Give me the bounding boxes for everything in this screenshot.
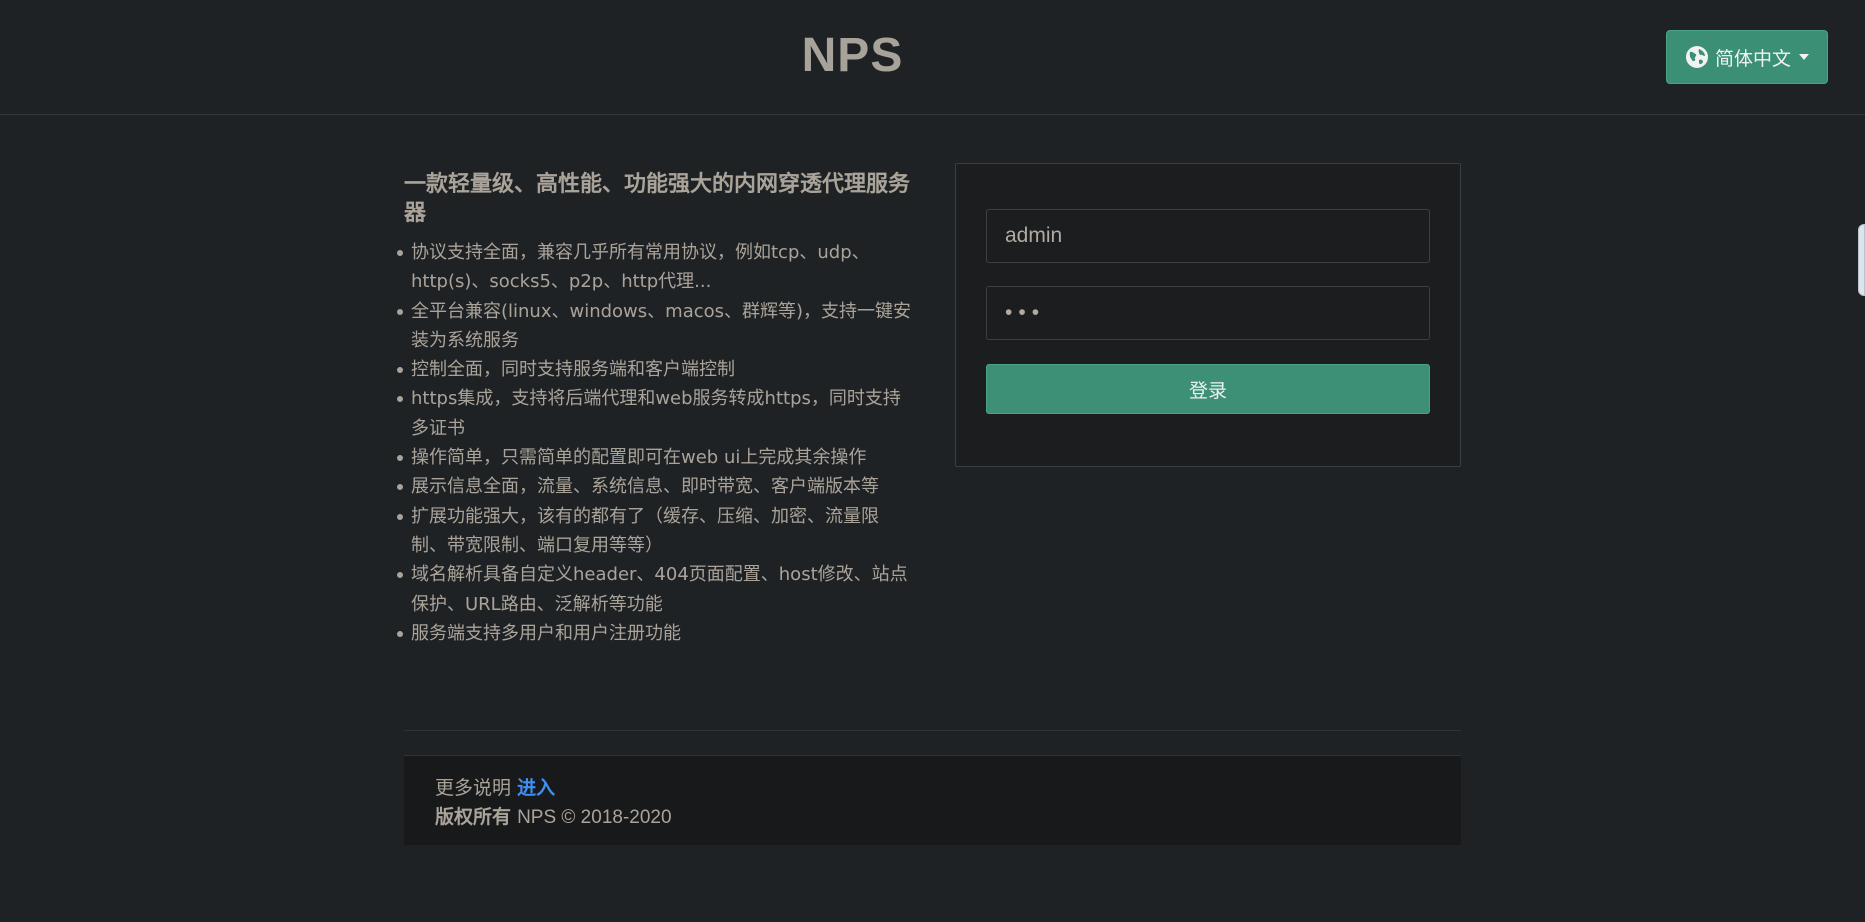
section-divider <box>404 730 1461 731</box>
feature-item: 全平台兼容(linux、windows、macos、群辉等)，支持一键安装为系统… <box>397 297 914 356</box>
feature-item: 控制全面，同时支持服务端和客户端控制 <box>397 355 914 384</box>
feature-item: 扩展功能强大，该有的都有了（缓存、压缩、加密、流量限制、带宽限制、端口复用等等） <box>397 502 914 561</box>
more-info-link[interactable]: 进入 <box>517 777 555 799</box>
side-edge-handle[interactable] <box>1858 224 1865 296</box>
top-navbar: NPS 简体中文 <box>0 0 1865 115</box>
globe-icon <box>1685 46 1708 68</box>
brand-title: NPS <box>801 29 904 82</box>
feature-item: 服务端支持多用户和用户注册功能 <box>397 619 914 648</box>
chevron-down-icon <box>1799 54 1809 60</box>
login-form: 登录 <box>955 163 1461 467</box>
footer: 更多说明 进入 版权所有 NPS © 2018-2020 <box>404 755 1461 845</box>
footer-more-label: 更多说明 <box>435 777 512 799</box>
language-dropdown-button[interactable]: 简体中文 <box>1666 30 1828 84</box>
copyright-label: 版权所有 <box>435 806 512 828</box>
language-label: 简体中文 <box>1714 47 1791 70</box>
footer-copyright-line: 版权所有 NPS © 2018-2020 <box>435 803 1430 832</box>
feature-item: 展示信息全面，流量、系统信息、即时带宽、客户端版本等 <box>397 472 914 501</box>
feature-item: 操作简单，只需简单的配置即可在web ui上完成其余操作 <box>397 443 914 472</box>
feature-item: 域名解析具备自定义header、404页面配置、host修改、站点保护、URL路… <box>397 560 914 619</box>
footer-more-line: 更多说明 进入 <box>435 774 1430 803</box>
copyright-text: NPS © 2018-2020 <box>517 807 672 828</box>
intro-title: 一款轻量级、高性能、功能强大的内网穿透代理服务器 <box>404 172 911 226</box>
password-input[interactable] <box>986 286 1430 340</box>
feature-item: 协议支持全面，兼容几乎所有常用协议，例如tcp、udp、http(s)、sock… <box>397 238 914 297</box>
feature-list: 协议支持全面，兼容几乎所有常用协议，例如tcp、udp、http(s)、sock… <box>397 238 914 648</box>
username-input[interactable] <box>986 209 1430 263</box>
login-button[interactable]: 登录 <box>986 364 1430 414</box>
feature-item: https集成，支持将后端代理和web服务转成https，同时支持多证书 <box>397 384 914 443</box>
intro-section: 一款轻量级、高性能、功能强大的内网穿透代理服务器 协议支持全面，兼容几乎所有常用… <box>397 170 914 648</box>
